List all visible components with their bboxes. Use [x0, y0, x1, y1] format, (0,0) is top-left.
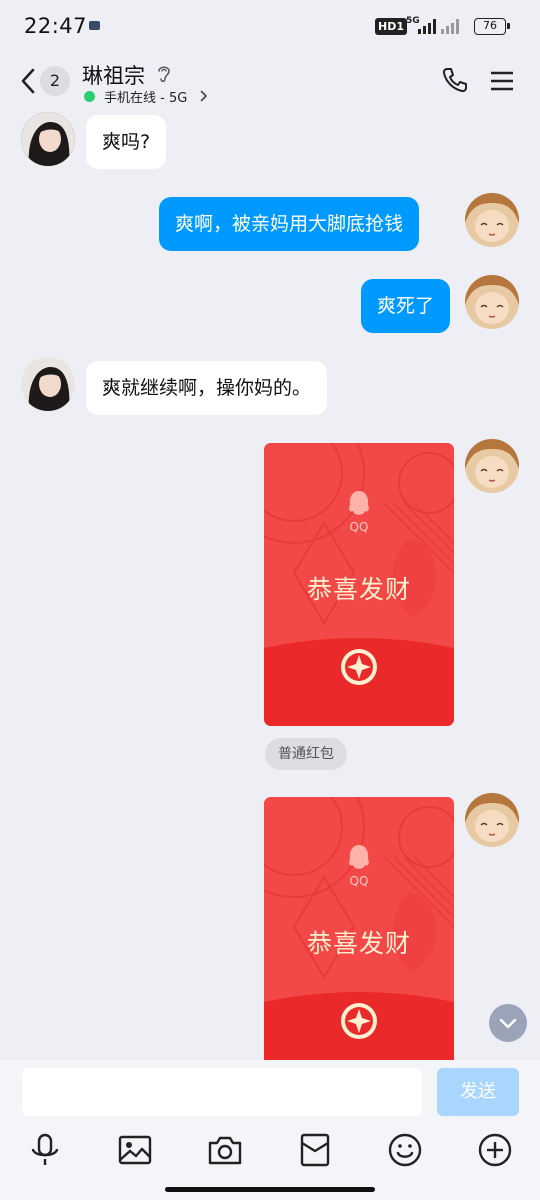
image-icon[interactable]	[117, 1132, 153, 1168]
plus-icon[interactable]	[477, 1132, 513, 1168]
status-bar: 22:47 HD1 5G 76	[0, 0, 540, 54]
back-arrow-icon[interactable]	[18, 66, 42, 96]
scroll-to-bottom-button[interactable]	[489, 1004, 527, 1042]
red-packet-card[interactable]: QQ 恭喜发财	[264, 797, 454, 1060]
user-avatar[interactable]	[465, 439, 519, 493]
online-status[interactable]: 手机在线 - 5G	[104, 87, 187, 106]
send-button[interactable]: 发送	[437, 1068, 519, 1116]
phone-icon[interactable]	[441, 66, 469, 94]
user-avatar[interactable]	[465, 275, 519, 329]
emoji-icon[interactable]	[387, 1132, 423, 1168]
input-bar: 发送	[0, 1060, 540, 1200]
message-input[interactable]	[22, 1068, 422, 1116]
red-packet-type-label: 普通红包	[265, 738, 347, 770]
contact-name[interactable]: 琳祖宗	[82, 60, 145, 90]
microphone-icon[interactable]	[27, 1132, 63, 1168]
chevron-down-icon	[499, 1018, 517, 1029]
contact-avatar[interactable]	[21, 112, 75, 166]
hd-badge: HD1	[375, 18, 407, 35]
battery-icon: 76	[474, 18, 510, 35]
chevron-right-icon[interactable]	[199, 90, 207, 102]
online-indicator	[84, 91, 95, 102]
home-indicator[interactable]	[165, 1187, 375, 1192]
red-packet-title: 恭喜发财	[306, 929, 411, 958]
unread-count-badge[interactable]: 2	[40, 66, 70, 96]
message-bubble-incoming[interactable]: 爽吗?	[86, 115, 167, 169]
red-packet-brand: QQ	[349, 874, 369, 888]
user-avatar[interactable]	[465, 793, 519, 847]
camera-icon[interactable]	[207, 1132, 243, 1168]
red-packet-brand: QQ	[349, 520, 369, 534]
user-avatar[interactable]	[465, 193, 519, 247]
message-list[interactable]: 爽吗? 爽啊，被亲妈用大脚底抢钱 爽死了 爽就继续啊，操你妈的。 QQ 恭喜发财…	[0, 112, 540, 1060]
menu-icon[interactable]	[490, 70, 514, 92]
chat-header: 2 琳祖宗 手机在线 - 5G	[0, 54, 540, 112]
message-bubble-outgoing[interactable]: 爽死了	[361, 279, 451, 333]
red-packet-icon[interactable]	[297, 1132, 333, 1168]
message-bubble-incoming[interactable]: 爽就继续啊，操你妈的。	[86, 361, 328, 415]
message-bubble-outgoing[interactable]: 爽啊，被亲妈用大脚底抢钱	[159, 197, 420, 251]
signal-icon	[418, 18, 436, 34]
notification-icon	[89, 21, 100, 30]
status-time: 22:47	[24, 14, 88, 38]
contact-avatar[interactable]	[21, 357, 75, 411]
red-packet-title: 恭喜发财	[306, 575, 411, 604]
red-packet-card[interactable]: QQ 恭喜发财	[264, 443, 454, 726]
battery-level: 76	[483, 19, 497, 32]
ear-icon	[158, 66, 170, 82]
signal-icon-secondary	[441, 18, 459, 34]
